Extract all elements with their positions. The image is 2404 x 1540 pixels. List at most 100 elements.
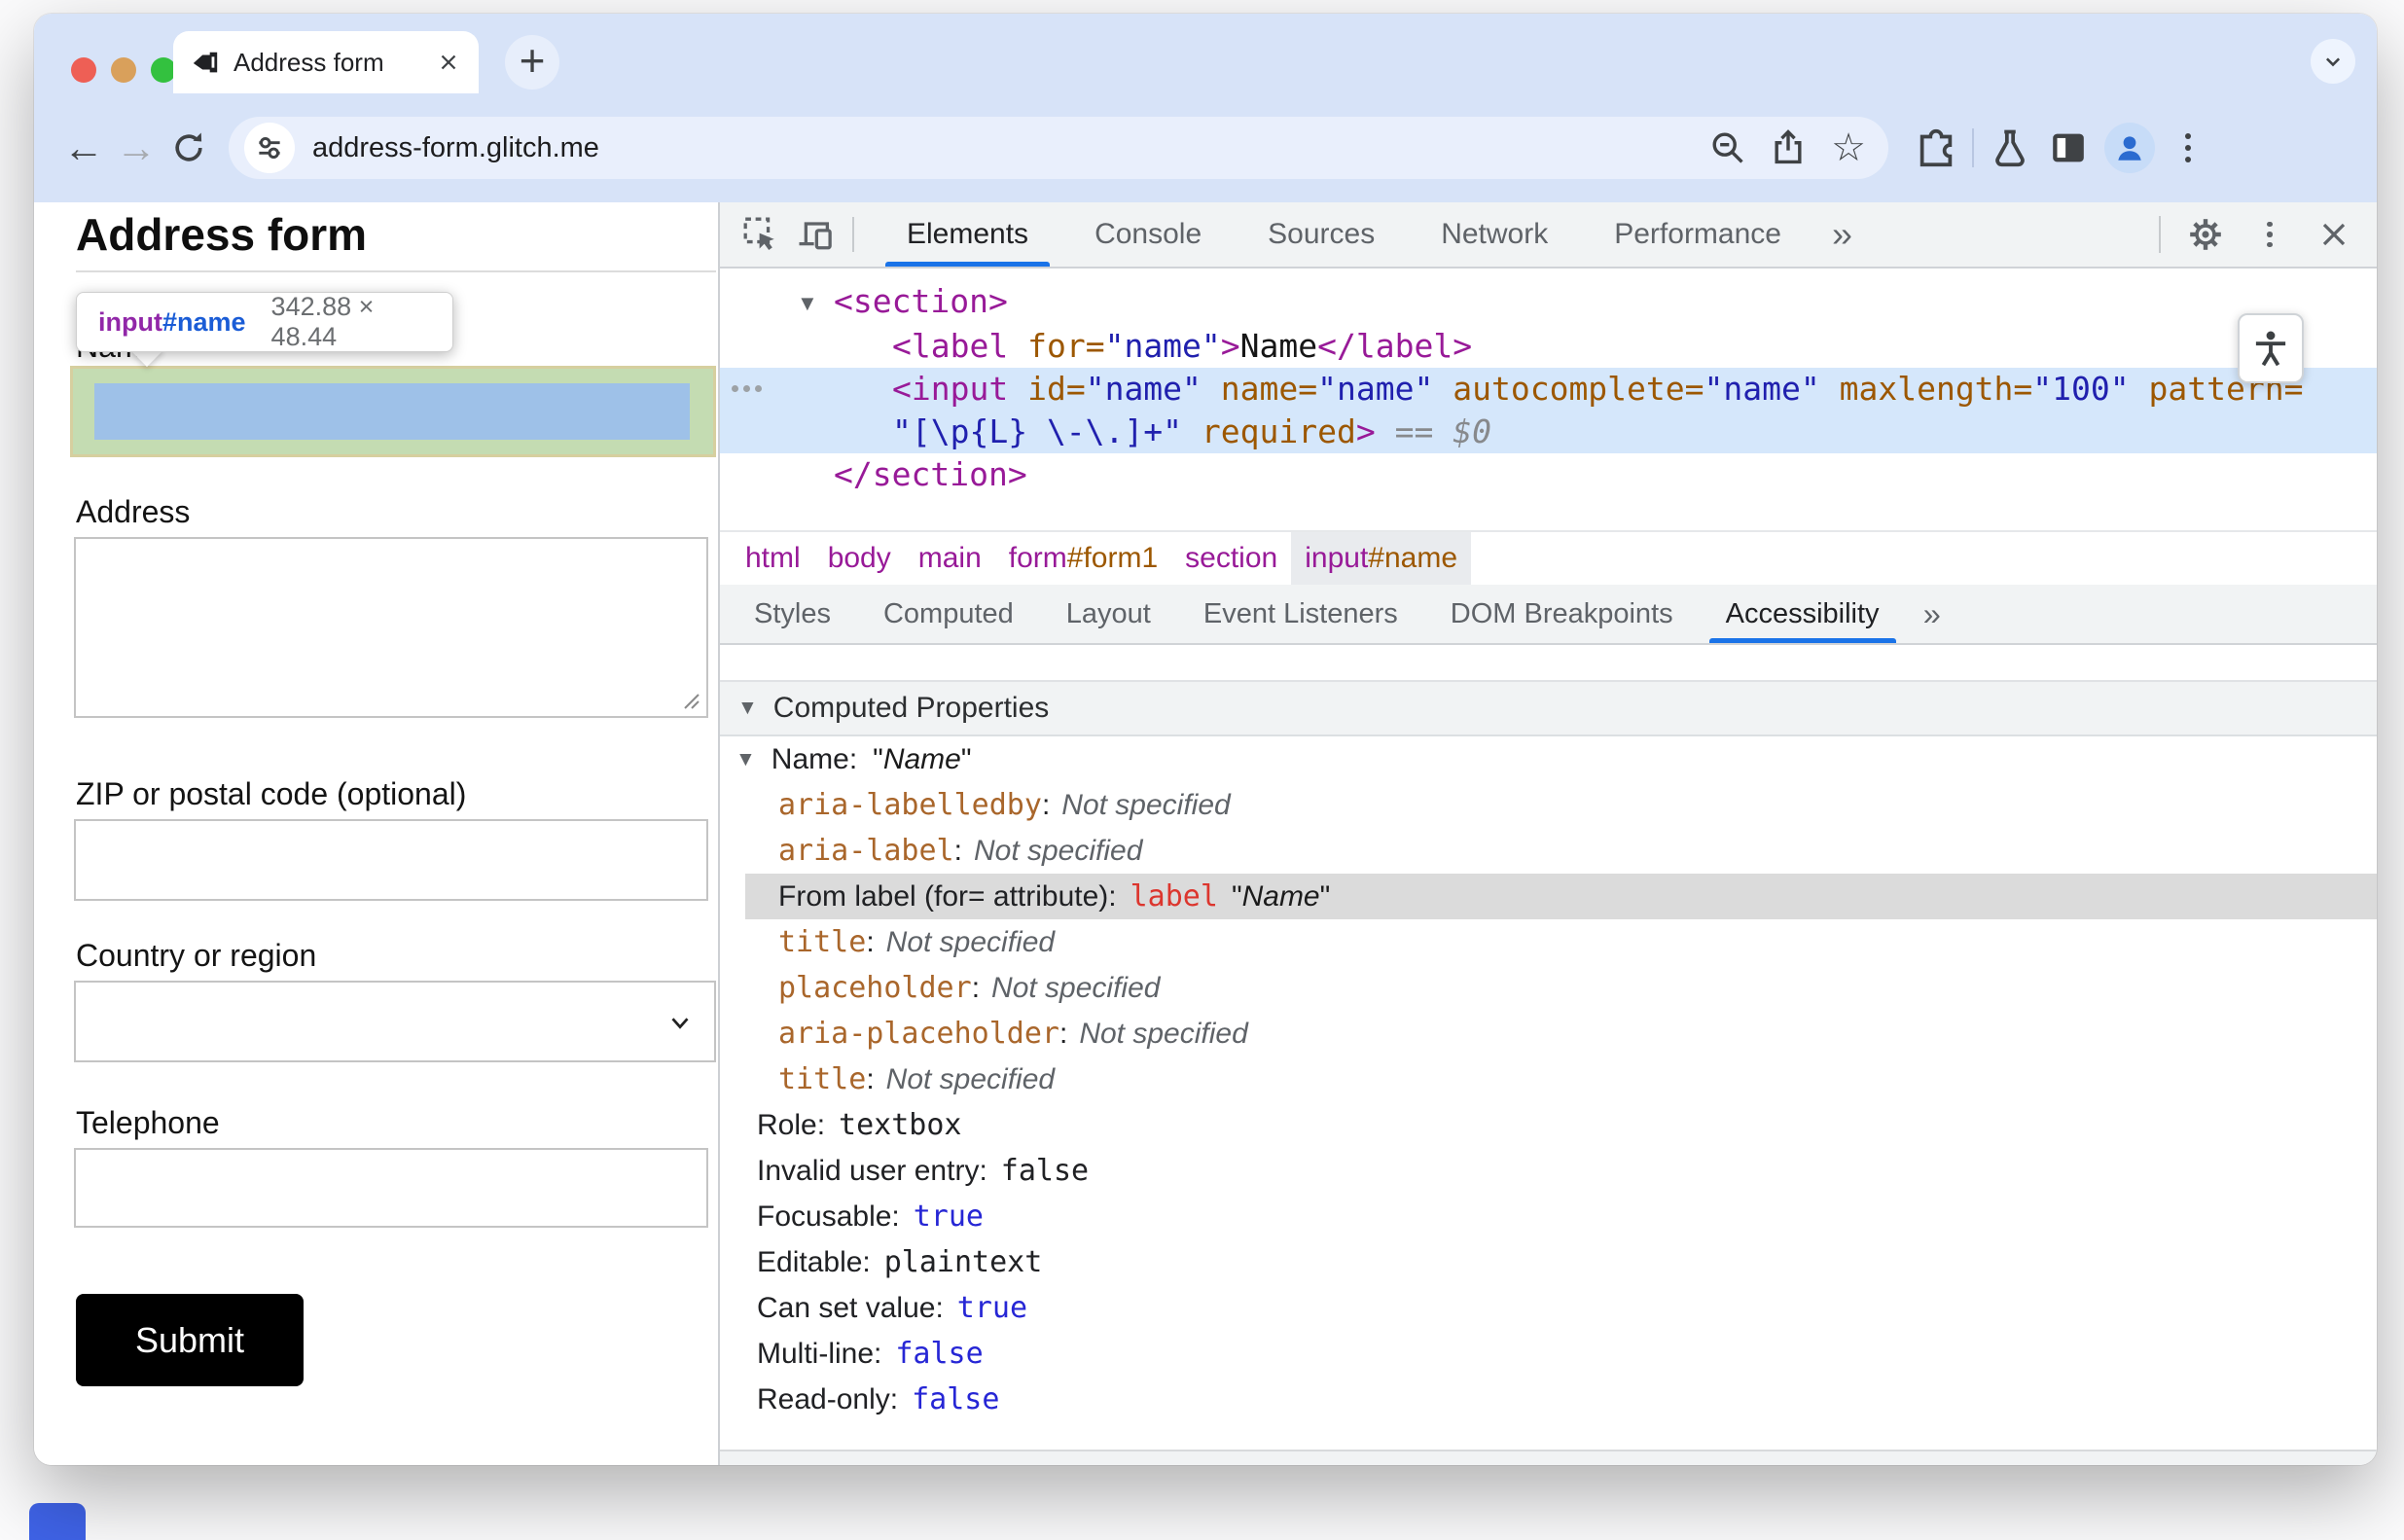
a11y-property-row[interactable]: Multi-line: false — [720, 1331, 2377, 1377]
code-token: < — [892, 326, 912, 365]
a11y-source-name: placeholder — [778, 971, 972, 1005]
computed-properties-header[interactable]: ▼ Computed Properties — [720, 680, 2377, 736]
subtab-layout[interactable]: Layout — [1040, 585, 1177, 643]
bookmark-star-icon[interactable]: ☆ — [1824, 124, 1873, 172]
submit-button[interactable]: Submit — [76, 1294, 304, 1386]
subtab-event-listeners[interactable]: Event Listeners — [1177, 585, 1424, 643]
zip-field-label: ZIP or postal code (optional) — [76, 776, 467, 811]
devtools-menu-icon[interactable] — [2243, 221, 2297, 248]
back-icon[interactable]: ← — [57, 122, 110, 174]
accessibility-overlay-button[interactable] — [2238, 313, 2304, 383]
share-icon[interactable] — [1764, 124, 1812, 172]
devtools-main-tabs: Elements Console Sources Network Performance — [874, 202, 1814, 267]
devtools-tab-network[interactable]: Network — [1408, 202, 1581, 267]
dom-tree-node[interactable]: <label for="name">Name</label> — [720, 325, 2377, 368]
devtools-tab-performance[interactable]: Performance — [1581, 202, 1814, 267]
code-token: "[\p{L} \-\.]+" — [892, 412, 1183, 450]
subtab-accessibility[interactable]: Accessibility — [1700, 585, 1906, 643]
breadcrumb-main[interactable]: main — [905, 532, 995, 585]
code-token: required — [1201, 412, 1356, 450]
a11y-property-row[interactable]: Editable: plaintext — [720, 1239, 2377, 1285]
page-viewport: Address form Name input#name 342.88 × 48… — [34, 202, 718, 1465]
subtab-styles[interactable]: Styles — [728, 585, 857, 643]
tab-close-icon[interactable] — [436, 50, 461, 75]
devtools-settings-gear-icon[interactable] — [2178, 213, 2233, 256]
subtab-computed[interactable]: Computed — [857, 585, 1040, 643]
breadcrumb-form[interactable]: form #form1 — [995, 532, 1171, 585]
highlight-padding-overlay — [70, 366, 716, 457]
subtab-dom-breakpoints[interactable]: DOM Breakpoints — [1424, 585, 1700, 643]
devtools-tab-sources[interactable]: Sources — [1235, 202, 1408, 267]
a11y-source-row[interactable]: title: Not specified — [720, 1057, 2377, 1102]
a11y-property-value: false — [895, 1337, 984, 1371]
a11y-name-label: Name: — [771, 742, 858, 775]
profile-avatar[interactable] — [2104, 123, 2155, 173]
a11y-property-row[interactable]: Read-only: false — [720, 1377, 2377, 1422]
textarea-resize-icon[interactable] — [679, 689, 702, 712]
a11y-name-row[interactable]: ▼ Name: "Name" — [720, 736, 2377, 782]
dom-tree: ▼ <section> <label for="name">Name</label>… — [720, 269, 2377, 530]
a11y-property-value: plaintext — [883, 1245, 1043, 1279]
a11y-source-value: Not specified — [885, 1062, 1056, 1095]
new-tab-button[interactable]: + — [505, 35, 559, 90]
a11y-source-row[interactable]: aria-label: Not specified — [720, 828, 2377, 874]
devtools-tab-bar: Elements Console Sources Network Performance… — [720, 202, 2377, 269]
a11y-property-row[interactable]: Focusable: true — [720, 1194, 2377, 1239]
breadcrumb-section[interactable]: section — [1171, 532, 1291, 585]
site-settings-icon[interactable] — [244, 123, 295, 173]
macos-minimize-button[interactable] — [111, 57, 136, 83]
a11y-property-row[interactable]: Can set value: true — [720, 1285, 2377, 1331]
more-subtabs-icon[interactable]: ›› — [1906, 585, 1955, 643]
a11y-property-row[interactable]: Invalid user entry: false — [720, 1148, 2377, 1194]
tooltip-element-id: #name — [161, 306, 246, 337]
address-textarea[interactable] — [74, 537, 708, 718]
code-token: section — [872, 454, 1008, 493]
a11y-source-row[interactable]: title: Not specified — [720, 919, 2377, 965]
a11y-source-row[interactable]: aria-placeholder: Not specified — [720, 1011, 2377, 1057]
browser-window: Address form + ← → address-form.glitch.m… — [34, 14, 2377, 1465]
macos-close-button[interactable] — [71, 57, 96, 83]
name-expand-icon[interactable]: ▼ — [736, 748, 756, 771]
tab-favicon-icon — [191, 48, 220, 77]
a11y-source-row[interactable]: placeholder: Not specified — [720, 965, 2377, 1011]
code-token: section — [852, 282, 988, 320]
dom-tree-node[interactable]: ▼ <section> — [720, 280, 2377, 325]
inspect-element-icon[interactable] — [734, 202, 788, 267]
more-tabs-icon[interactable]: ›› — [1814, 202, 1867, 267]
a11y-property-row[interactable]: Role: textbox — [720, 1102, 2377, 1148]
devtools-footer-strip — [720, 1450, 2377, 1465]
devtools-close-icon[interactable] — [2307, 215, 2361, 254]
dom-tree-node[interactable]: </section> — [720, 453, 2377, 496]
extensions-puzzle-icon[interactable] — [1914, 125, 1958, 170]
breadcrumb-input[interactable]: input #name — [1291, 532, 1472, 585]
node-more-actions-icon[interactable] — [732, 384, 762, 392]
browser-menu-icon[interactable] — [2169, 133, 2207, 162]
devtools-tab-elements[interactable]: Elements — [874, 202, 1061, 267]
a11y-property-label: Focusable: — [757, 1200, 900, 1233]
code-token: > — [987, 282, 1008, 320]
devtools-tab-console[interactable]: Console — [1061, 202, 1235, 267]
breadcrumb-html[interactable]: html — [732, 532, 814, 585]
zip-input[interactable] — [74, 819, 708, 901]
a11y-source-element: label — [1130, 879, 1218, 913]
forward-icon[interactable]: → — [110, 122, 162, 174]
a11y-source-value: Not specified — [1061, 788, 1231, 821]
device-toolbar-icon[interactable] — [788, 202, 843, 267]
labs-flask-icon[interactable] — [1988, 125, 2032, 170]
section-expand-icon[interactable]: ▼ — [737, 697, 758, 720]
country-select[interactable] — [74, 981, 716, 1062]
code-token: > — [1453, 326, 1473, 365]
reload-icon[interactable] — [162, 122, 215, 174]
telephone-input[interactable] — [74, 1148, 708, 1228]
dom-tree-node[interactable]: <input id="name" name="name" autocomplet… — [720, 367, 2377, 453]
tab-search-chevron-icon[interactable] — [2311, 39, 2355, 84]
url-text[interactable]: address-form.glitch.me — [312, 132, 1692, 164]
breadcrumb-body[interactable]: body — [814, 532, 905, 585]
side-panel-icon[interactable] — [2046, 125, 2091, 170]
zoom-out-icon[interactable] — [1704, 124, 1752, 172]
code-token: < — [892, 369, 912, 408]
url-bar[interactable]: address-form.glitch.me ☆ — [229, 117, 1888, 179]
a11y-source-row[interactable]: aria-labelledby: Not specified — [720, 782, 2377, 828]
a11y-source-from-label[interactable]: From label (for= attribute): label "Name" — [745, 874, 2377, 919]
browser-tab[interactable]: Address form — [173, 31, 479, 93]
